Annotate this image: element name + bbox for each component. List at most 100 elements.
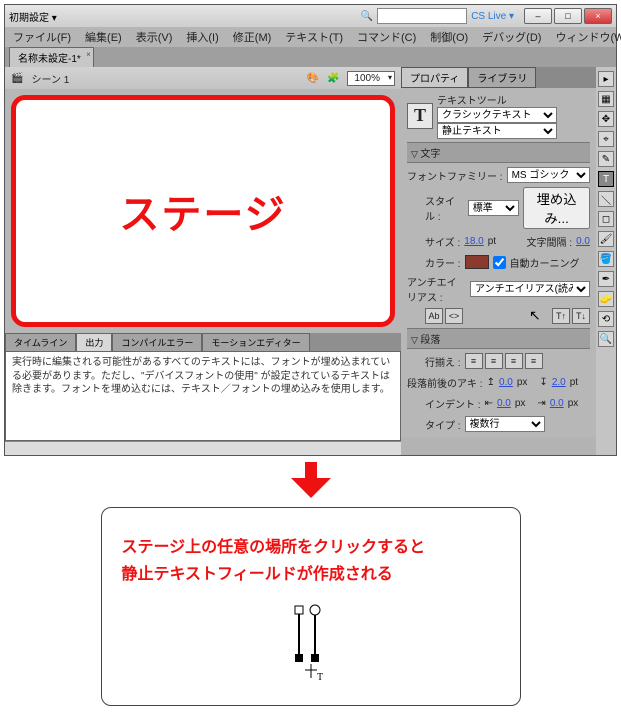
text-cursor-figure: T (122, 602, 500, 685)
align-right-button[interactable]: ≡ (505, 353, 523, 369)
paint-bucket-tool[interactable]: 🪣 (598, 251, 614, 267)
space-after-unit: pt (570, 377, 578, 388)
scene-name[interactable]: シーン 1 (31, 71, 69, 86)
hand-tool[interactable]: ⟲ (598, 311, 614, 327)
flow-arrow-icon (0, 462, 621, 501)
annotation-panel: ステージ上の任意の場所をクリックすると 静止テキストフィールドが作成される T (101, 507, 521, 706)
menu-modify[interactable]: 修正(M) (233, 29, 272, 45)
edit-scene-icon[interactable]: 🎨 (307, 73, 319, 84)
workspace-preset[interactable]: 初期設定 ▾ (9, 9, 57, 24)
font-family-select[interactable]: MS ゴシック (507, 167, 590, 183)
render-as-html-toggle[interactable]: <> (445, 308, 463, 324)
menu-command[interactable]: コマンド(C) (357, 29, 416, 45)
output-text: 実行時に編集される可能性があるすべてのテキストには、フォントが埋め込まれている必… (12, 357, 390, 395)
section-paragraph[interactable]: 段落 (407, 328, 590, 349)
menu-debug[interactable]: デバッグ(D) (482, 29, 541, 45)
zoom-tool[interactable]: 🔍 (598, 331, 614, 347)
space-before-unit: px (517, 377, 528, 388)
document-tab-close-icon[interactable]: × (86, 50, 91, 59)
zoom-level[interactable]: 100% (347, 71, 395, 86)
text-color-swatch[interactable] (465, 255, 489, 269)
cs-live-menu[interactable]: CS Live ▾ (471, 11, 514, 22)
search-icon: 🔍 (361, 11, 373, 22)
indent-right-icon: ⇥ (537, 398, 545, 409)
brush-tool[interactable]: 🖌 (598, 231, 614, 247)
tab-properties[interactable]: プロパティ (401, 67, 468, 88)
annotation-line-2: 静止テキストフィールドが作成される (122, 561, 500, 588)
bottom-panel-tabs: タイムライン 出力 コンパイルエラー モーションエディター (5, 333, 401, 351)
space-after-value[interactable]: 2.0 (552, 377, 566, 388)
format-label: 行揃え : (425, 354, 461, 369)
tracking-value[interactable]: 0.0 (576, 236, 590, 247)
align-justify-button[interactable]: ≡ (525, 353, 543, 369)
font-style-label: スタイル : (425, 193, 464, 223)
window-close-button[interactable]: × (584, 8, 612, 24)
menu-text[interactable]: テキスト(T) (285, 29, 343, 45)
ink-bottle-tool[interactable]: ✒ (598, 271, 614, 287)
edit-symbol-icon[interactable]: 🧩 (327, 73, 339, 84)
font-size-unit: pt (488, 236, 496, 247)
font-style-select[interactable]: 標準 (468, 200, 519, 216)
selection-tool[interactable]: ▸ (598, 71, 614, 87)
pen-tool[interactable]: ✎ (598, 151, 614, 167)
properties-body: T テキストツール クラシックテキスト 静止テキスト 文字 フォントファミリー … (401, 88, 596, 437)
auto-kern-label: 自動カーニング (510, 255, 580, 270)
menu-edit[interactable]: 編集(E) (85, 29, 122, 45)
menu-control[interactable]: 制御(O) (430, 29, 468, 45)
window-minimize-button[interactable]: – (524, 8, 552, 24)
selectable-toggle[interactable]: Ab (425, 308, 443, 324)
tab-library[interactable]: ライブラリ (468, 67, 536, 88)
document-tab-bar: 名称未設定-1* × (5, 47, 616, 67)
text-tool[interactable]: T (598, 171, 614, 187)
align-center-button[interactable]: ≡ (485, 353, 503, 369)
main-column: 🎬 シーン 1 🎨 🧩 100% ステージ タイムライン 出力 コンパイルエラー… (5, 67, 401, 455)
behavior-select[interactable]: 複数行 (465, 416, 545, 432)
eraser-tool[interactable]: 🧽 (598, 291, 614, 307)
output-panel: 実行時に編集される可能性があるすべてのテキストには、フォントが埋め込まれている必… (5, 351, 401, 441)
antialias-label: アンチエイリアス : (407, 274, 466, 304)
menu-window[interactable]: ウィンドウ(W) (555, 29, 621, 45)
subscript-button[interactable]: T↓ (572, 308, 590, 324)
main-menu-bar: ファイル(F) 編集(E) 表示(V) 挿入(I) 修正(M) テキスト(T) … (5, 27, 616, 47)
rectangle-tool[interactable]: ◻ (598, 211, 614, 227)
menu-insert[interactable]: 挿入(I) (186, 29, 218, 45)
help-search-input[interactable] (377, 8, 467, 24)
menu-file[interactable]: ファイル(F) (13, 29, 71, 45)
tab-motion-editor[interactable]: モーションエディター (202, 333, 309, 351)
tab-compiler-errors[interactable]: コンパイルエラー (112, 333, 202, 351)
superscript-button[interactable]: T↑ (552, 308, 570, 324)
titlebar: 初期設定 ▾ 🔍 CS Live ▾ – □ × (5, 5, 616, 27)
indent-left-unit: px (515, 398, 526, 409)
text-engine-select[interactable]: クラシックテキスト (437, 107, 557, 123)
indent-right-value[interactable]: 0.0 (550, 398, 564, 409)
document-tab-title: 名称未設定-1* (18, 54, 81, 65)
auto-kern-checkbox[interactable] (493, 256, 506, 269)
align-left-button[interactable]: ≡ (465, 353, 483, 369)
space-before-value[interactable]: 0.0 (499, 377, 513, 388)
workspace: 🎬 シーン 1 🎨 🧩 100% ステージ タイムライン 出力 コンパイルエラー… (5, 67, 616, 455)
tab-output[interactable]: 出力 (76, 333, 112, 351)
subselect-tool[interactable]: ▦ (598, 91, 614, 107)
free-transform-tool[interactable]: ✥ (598, 111, 614, 127)
document-tab[interactable]: 名称未設定-1* × (9, 47, 94, 67)
lasso-tool[interactable]: ⌖ (598, 131, 614, 147)
color-label: カラー : (425, 255, 461, 270)
window-maximize-button[interactable]: □ (554, 8, 582, 24)
antialias-select[interactable]: アンチエイリアス(読みやすさ優先) (470, 281, 590, 297)
text-type-select[interactable]: 静止テキスト (437, 123, 557, 139)
properties-panel-group: プロパティ ライブラリ T テキストツール クラシックテキスト 静止テキスト 文… (401, 67, 596, 455)
stage-container: ステージ (5, 89, 401, 333)
stage-overlay-label: ステージ (119, 182, 286, 240)
indent-label: インデント : (425, 396, 481, 411)
indent-left-value[interactable]: 0.0 (497, 398, 511, 409)
stage[interactable]: ステージ (11, 95, 395, 327)
font-size-value[interactable]: 18.0 (464, 236, 483, 247)
embed-fonts-button[interactable]: 埋め込み... (523, 187, 590, 229)
line-tool[interactable]: ＼ (598, 191, 614, 207)
output-scrollbar[interactable] (5, 441, 401, 455)
scene-icon: 🎬 (11, 73, 23, 84)
space-before-icon: ↥ (487, 377, 495, 388)
section-character[interactable]: 文字 (407, 142, 590, 163)
tab-timeline[interactable]: タイムライン (5, 333, 76, 351)
menu-view[interactable]: 表示(V) (136, 29, 173, 45)
